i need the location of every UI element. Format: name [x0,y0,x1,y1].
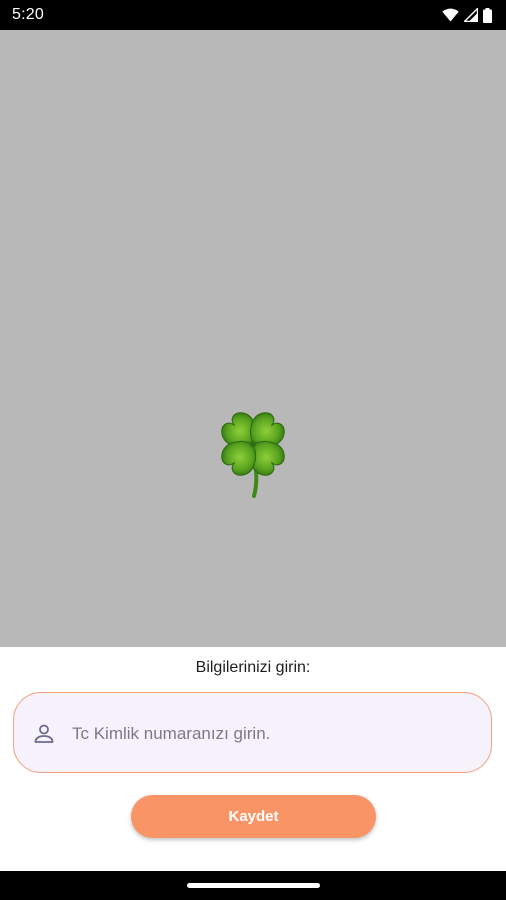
navigation-bar [0,871,506,900]
tc-field[interactable] [13,692,492,773]
status-bar: 5:20 [0,0,506,30]
battery-icon [483,7,492,23]
app-screen: 5:20 Bilgilerinizi girin: Tc Kimlik numa… [0,0,506,900]
status-time: 5:20 [12,6,44,23]
status-icons [442,6,492,24]
four-leaf-clover-icon [221,412,285,498]
tc-kimlik-input[interactable] [72,715,472,753]
signal-icon [464,8,478,22]
wifi-icon [442,8,459,22]
save-button[interactable]: Kaydet [131,795,376,838]
form-title: Bilgilerinizi girin: [195,659,311,676]
home-gesture-handle[interactable] [187,883,320,888]
hero-image-area [0,30,506,647]
person-icon [34,724,54,743]
